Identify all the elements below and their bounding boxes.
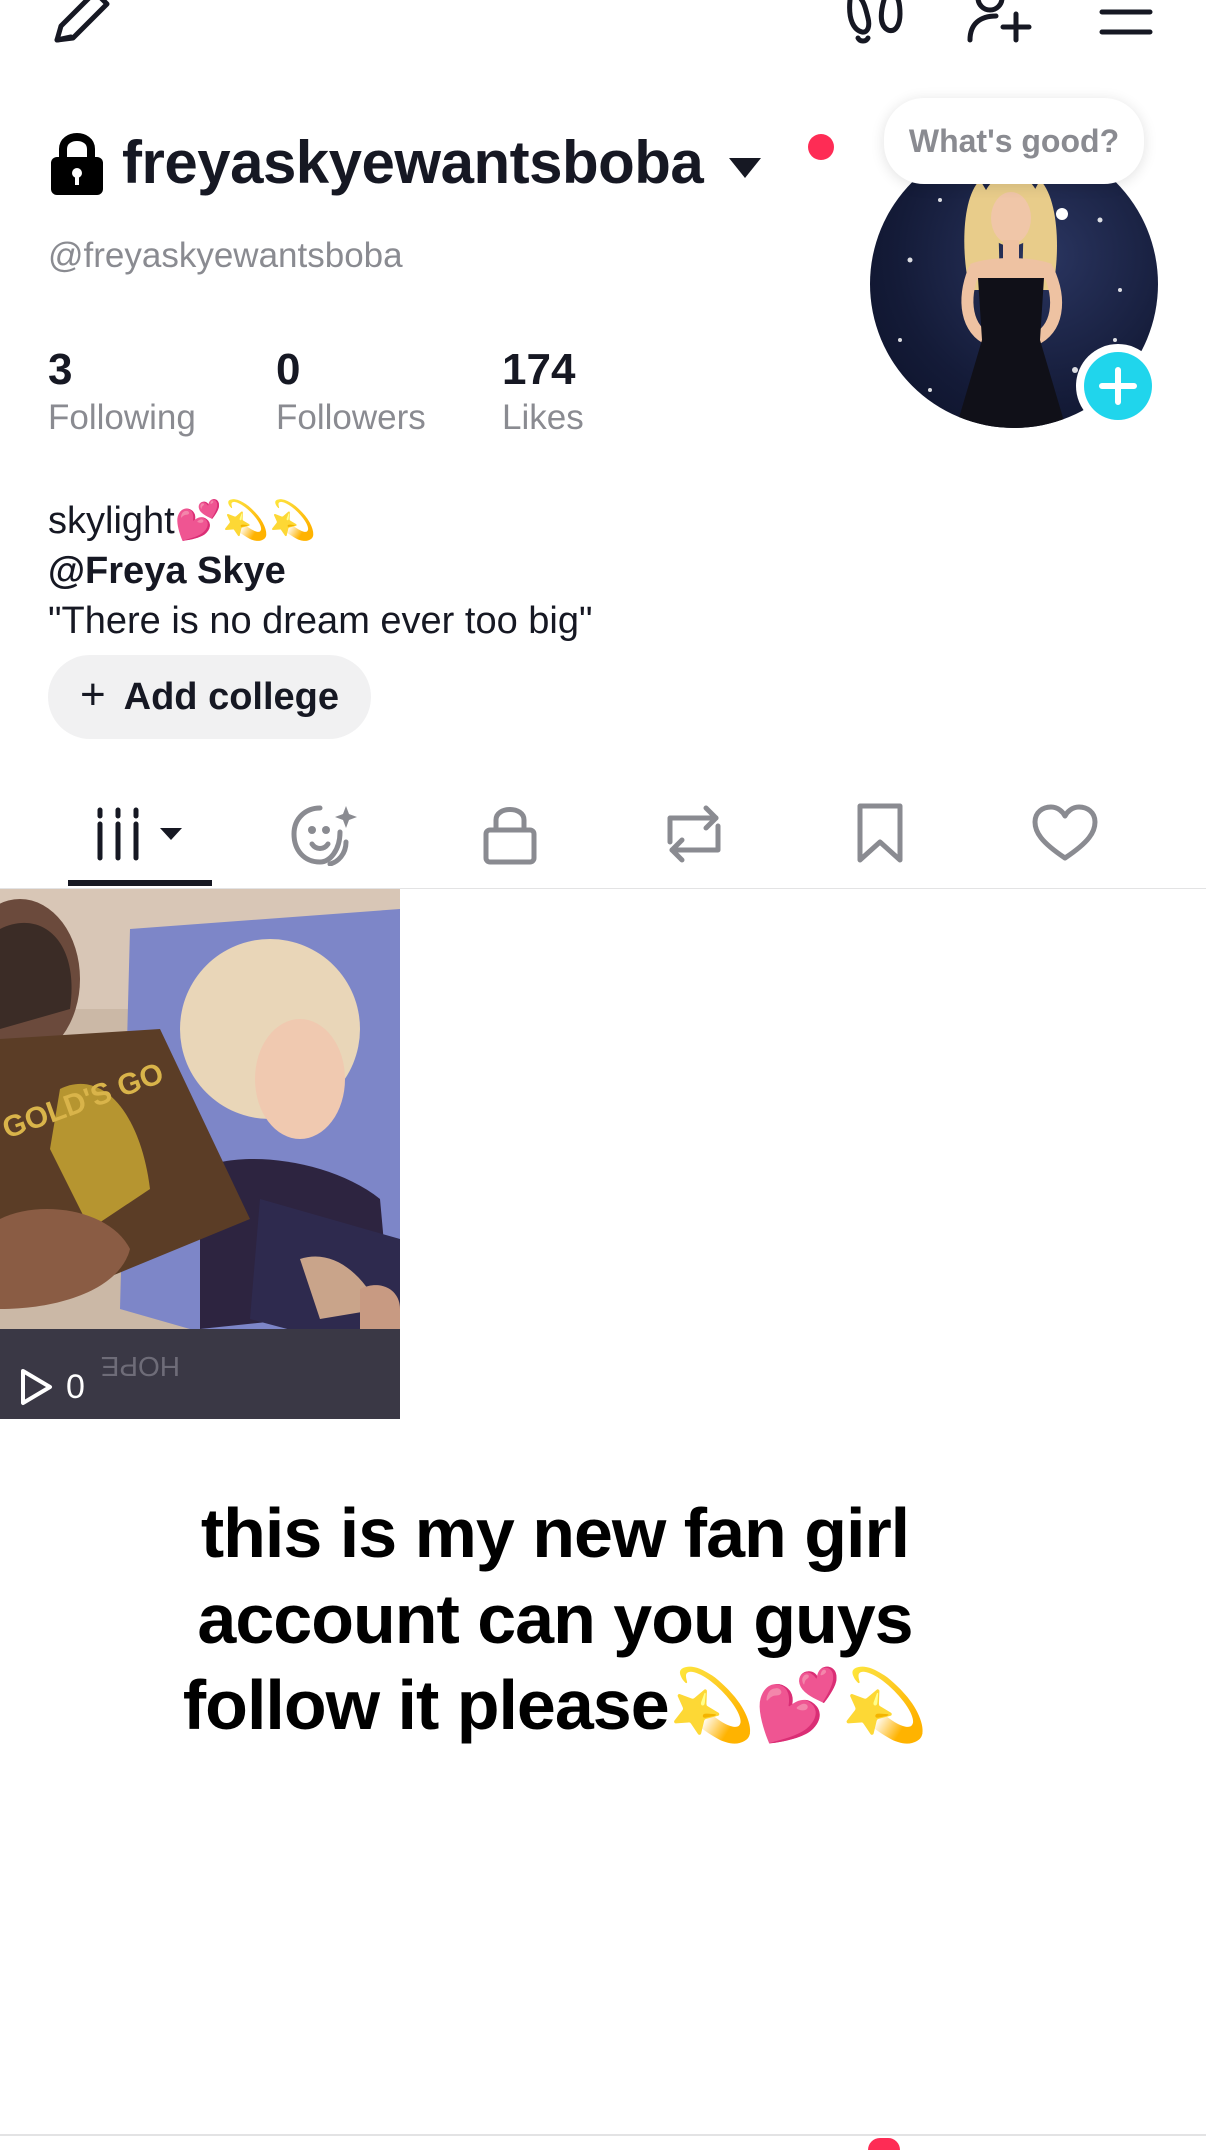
view-count-value: 0 [66,1367,85,1406]
note-bubble[interactable]: What's good? [884,98,1144,184]
lock-icon [51,132,103,195]
stat-following[interactable]: 3 Following [48,344,276,440]
tab-videos[interactable] [68,780,212,888]
footprints-button[interactable] [842,0,908,46]
profile-handle: @freyaskyewantsboba [48,236,403,275]
bio-line: skylight💕💫💫 [48,500,317,542]
stat-followers[interactable]: 0 Followers [276,344,502,440]
heart-icon [1032,804,1098,861]
face-sparkle-icon [291,805,357,866]
repost-icon [667,805,721,863]
stat-number: 0 [276,345,301,394]
stat-number: 3 [48,345,73,394]
tab-favorites[interactable] [840,780,920,888]
caption-line: account can you guys [197,1580,913,1658]
plus-icon [1099,367,1137,405]
add-user-icon [967,0,1032,43]
pencil-icon [54,0,110,43]
video-thumbnail-image: GOLD'S GO HOPE [0,889,400,1419]
add-friends-button[interactable] [964,0,1034,46]
chevron-down-icon[interactable] [725,152,765,182]
inbox-notification-dot [868,2138,900,2150]
tab-reposts[interactable] [654,780,734,888]
profile-stats: 3 Following 0 Followers 174 Likes [48,344,584,440]
lock-icon [483,807,537,865]
menu-button[interactable] [1096,0,1156,46]
play-icon [21,1369,52,1405]
view-count: 0 [18,1367,85,1407]
bio-mention-link[interactable]: @Freya Skye [48,546,592,596]
add-college-button[interactable]: + Add college [48,655,371,739]
caption-text: this is my new fan girl account can you … [0,1490,1110,1748]
edit-profile-button[interactable] [46,0,116,46]
tab-stories[interactable] [280,780,370,888]
profile-tabs [0,780,1206,889]
profile-bio: skylight💕💫💫 @Freya Skye "There is no dre… [48,496,592,646]
username: freyaskyewantsboba [122,129,704,196]
bubble-tail [1056,208,1068,220]
username-row[interactable]: freyaskyewantsboba [48,128,765,197]
caption-line: follow it please💫💕💫 [182,1666,928,1744]
add-college-label: Add college [123,675,340,718]
shirt-text: HOPE [101,1351,180,1382]
stat-label: Likes [502,398,584,437]
plus-icon: + [79,670,106,719]
notification-dot [808,134,834,160]
footprints-icon [847,0,903,44]
tab-private[interactable] [470,780,550,888]
hamburger-menu-icon [1099,9,1153,35]
add-story-button[interactable] [1076,344,1160,428]
grid-icon [97,807,182,861]
caption-line: this is my new fan girl [200,1494,910,1572]
active-tab-indicator [68,880,212,886]
stat-likes[interactable]: 174 Likes [502,344,584,440]
stat-number: 174 [502,345,576,394]
stat-label: Following [48,398,196,437]
bio-quote: "There is no dream ever too big" [48,600,593,642]
bookmark-icon [857,803,903,863]
add-story-badge [1084,352,1152,420]
stat-label: Followers [276,398,426,437]
video-thumbnail[interactable]: GOLD'S GO HOPE 0 [0,889,400,1419]
bottom-nav-divider [0,2134,1206,2136]
tab-liked[interactable] [1020,780,1110,888]
